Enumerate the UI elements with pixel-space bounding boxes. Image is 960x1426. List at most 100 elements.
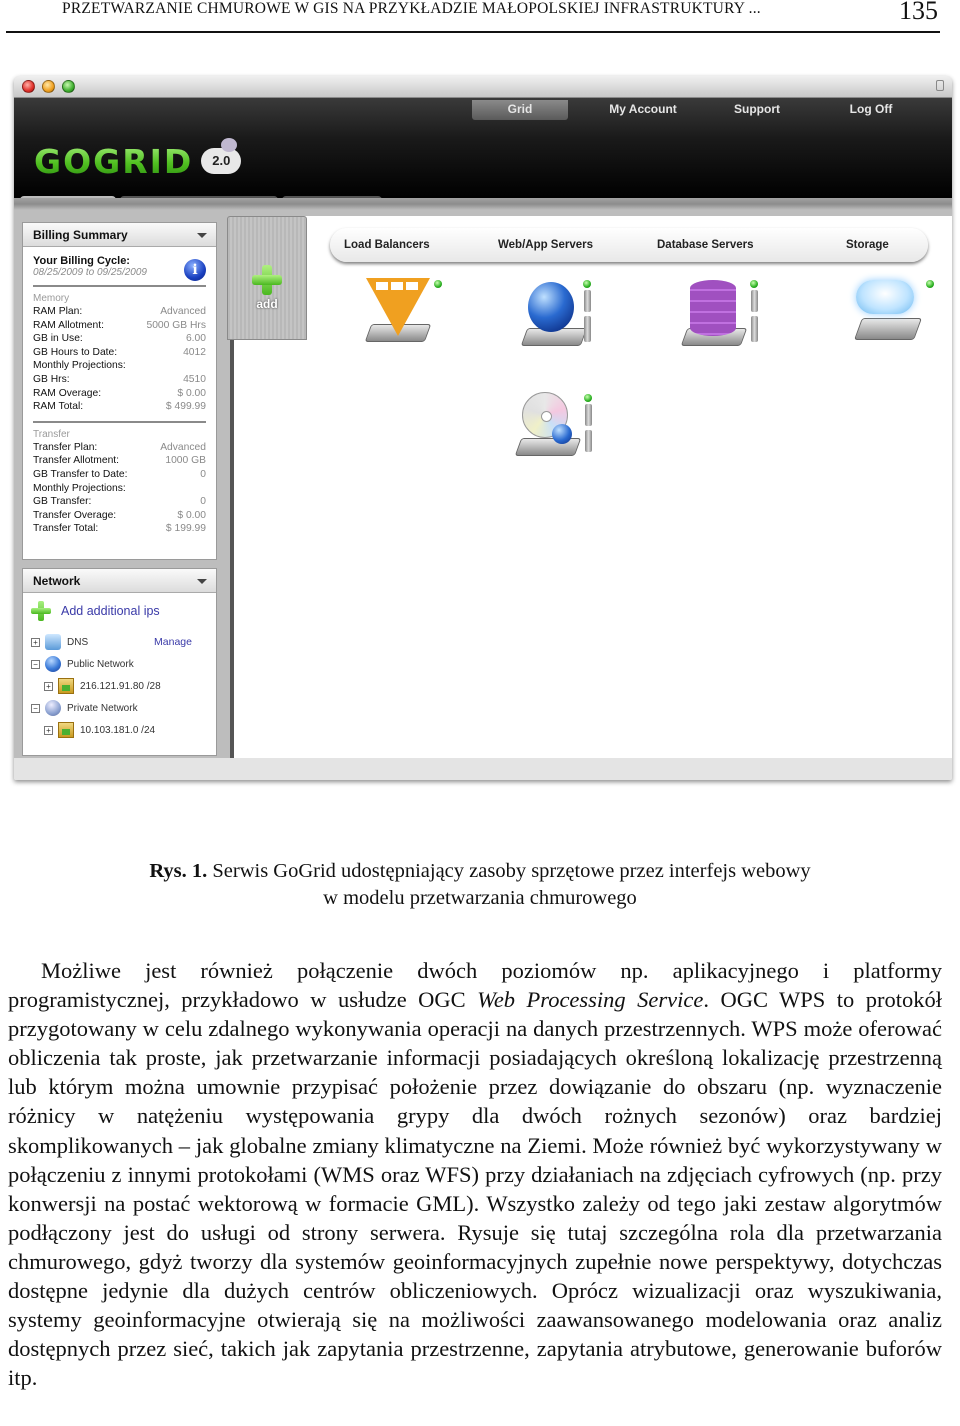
billing-summary-header[interactable]: Billing Summary <box>23 223 216 247</box>
topnav-grid[interactable]: Grid <box>472 100 568 120</box>
grid-canvas: Load Balancers Web/App Servers Database … <box>230 216 952 758</box>
billing-row: Monthly Projections: <box>33 359 206 373</box>
status-led <box>583 280 591 288</box>
add-additional-ips-link[interactable]: Add additional ips <box>31 601 208 621</box>
billing-row-value: $ 199.99 <box>165 523 206 535</box>
billing-cycle-dates: 08/25/2009 to 09/25/2009 <box>33 267 147 278</box>
billing-cycle-label: Your Billing Cycle: <box>33 255 130 267</box>
running-title: PRZETWARZANIE CHMUROWE W GIS NA PRZYKŁAD… <box>62 0 761 17</box>
network-body: Add additional ips + DNS Manage − Public… <box>23 593 216 749</box>
topnav-log-off[interactable]: Log Off <box>814 100 928 120</box>
panel-title: Network <box>33 574 81 588</box>
billing-row-value: 6.00 <box>185 333 206 345</box>
server-storage[interactable] <box>844 278 934 360</box>
network-panel: Network Add additional ips + DNS Manage … <box>22 568 217 756</box>
billing-row-label: GB Hrs: <box>33 373 70 385</box>
database-icon <box>690 280 736 336</box>
category-database-servers[interactable]: Database Servers <box>657 239 754 251</box>
billing-row: RAM Total: $ 499.99 <box>33 400 206 414</box>
category-load-balancers[interactable]: Load Balancers <box>344 239 430 251</box>
billing-row-label: Monthly Projections: <box>33 360 126 372</box>
panel-title: Billing Summary <box>33 228 128 242</box>
load-balancer-slots <box>376 282 418 290</box>
billing-row-value: Advanced <box>160 441 206 453</box>
expand-icon[interactable]: + <box>44 725 53 735</box>
topnav-support[interactable]: Support <box>700 100 814 120</box>
close-window-icon[interactable] <box>22 80 35 93</box>
billing-row: GB in Use: 6.00 <box>33 332 206 346</box>
billing-row-value: 4012 <box>183 346 206 358</box>
lock-icon <box>936 80 944 91</box>
billing-row: Transfer Overage: $ 0.00 <box>33 509 206 523</box>
body-text: Możliwe jest również połączenie dwóch po… <box>8 956 942 1392</box>
billing-row-label: GB Transfer to Date: <box>33 468 128 480</box>
collapse-icon[interactable]: − <box>31 659 40 669</box>
collapse-icon[interactable]: − <box>31 703 40 713</box>
divider <box>33 285 206 287</box>
zoom-window-icon[interactable] <box>62 80 75 93</box>
logo-text: GOGRID <box>34 141 194 181</box>
billing-summary-panel: Billing Summary i Your Billing Cycle: 08… <box>22 222 217 560</box>
billing-row-value: $ 0.00 <box>177 387 206 399</box>
globe-icon <box>45 656 61 672</box>
public-block-label: 216.121.91.80 /28 <box>80 680 161 692</box>
dns-label: DNS <box>67 636 89 648</box>
tree-row-public-block: + 216.121.91.80 /28 <box>31 675 208 697</box>
expand-icon[interactable]: + <box>44 681 53 691</box>
load-bar <box>585 430 592 452</box>
category-web-app-servers[interactable]: Web/App Servers <box>498 239 593 251</box>
divider <box>33 420 206 423</box>
server-database[interactable] <box>676 278 766 360</box>
billing-row: RAM Overage: $ 0.00 <box>33 387 206 401</box>
billing-row-label: RAM Total: <box>33 401 84 413</box>
category-storage[interactable]: Storage <box>846 239 889 251</box>
top-navigation: Grid My Account Support Log Off <box>472 100 928 120</box>
billing-row-value: 5000 GB Hrs <box>146 319 206 331</box>
globe-icon <box>45 700 61 716</box>
app-header: Grid My Account Support Log Off GOGRID 2… <box>14 98 952 220</box>
expand-icon[interactable]: + <box>31 637 40 647</box>
info-icon[interactable]: i <box>184 259 206 281</box>
network-header[interactable]: Network <box>23 569 216 593</box>
header-rule <box>6 31 940 33</box>
tree-row-private-network: − Private Network <box>31 697 208 719</box>
memory-rows: RAM Plan: Advanced RAM Allotment: 5000 GB H… <box>33 305 206 414</box>
window-footer <box>14 758 952 780</box>
memory-section-label: Memory <box>33 293 70 304</box>
server-web-app[interactable] <box>514 278 604 360</box>
dns-icon <box>45 634 61 650</box>
plus-icon <box>31 601 51 621</box>
billing-row: Transfer Total: $ 199.99 <box>33 522 206 536</box>
billing-row-label: Transfer Total: <box>33 523 99 535</box>
paragraph: Możliwe jest również połączenie dwóch po… <box>8 956 942 1392</box>
topnav-my-account[interactable]: My Account <box>586 100 700 120</box>
server-load-balancer[interactable] <box>356 278 446 360</box>
paragraph-text: . OGC WPS to protokół przygotowany w cel… <box>8 987 942 1391</box>
load-bar <box>751 316 758 342</box>
billing-row: Monthly Projections: <box>33 482 206 496</box>
billing-row: RAM Plan: Advanced <box>33 305 206 319</box>
plus-icon <box>252 265 282 295</box>
billing-row-value: $ 499.99 <box>165 401 206 413</box>
caption-label: Rys. 1. <box>149 860 208 882</box>
page-number: 135 <box>899 0 938 25</box>
add-server-button[interactable]: add <box>227 216 307 340</box>
minimize-window-icon[interactable] <box>42 80 55 93</box>
version-badge: 2.0 <box>201 138 242 174</box>
chevron-down-icon[interactable] <box>197 579 207 584</box>
chevron-down-icon[interactable] <box>197 233 207 238</box>
transfer-section-label: Transfer <box>33 428 70 440</box>
add-ips-label: Add additional ips <box>61 604 160 618</box>
billing-row-label: RAM Plan: <box>33 306 83 317</box>
status-led <box>584 394 592 402</box>
load-bar <box>584 290 591 312</box>
load-bar <box>584 316 591 342</box>
caption-line-1: Serwis GoGrid udostępniający zasoby sprz… <box>212 860 811 882</box>
caption-line-2: w modelu przetwarzania chmurowego <box>323 887 637 909</box>
status-led <box>750 280 758 288</box>
tree-row-dns: + DNS Manage <box>31 631 208 653</box>
server-image[interactable] <box>506 390 596 472</box>
manage-dns-link[interactable]: Manage <box>154 636 208 648</box>
ip-block-icon <box>58 722 74 738</box>
billing-row-label: RAM Overage: <box>33 387 102 399</box>
